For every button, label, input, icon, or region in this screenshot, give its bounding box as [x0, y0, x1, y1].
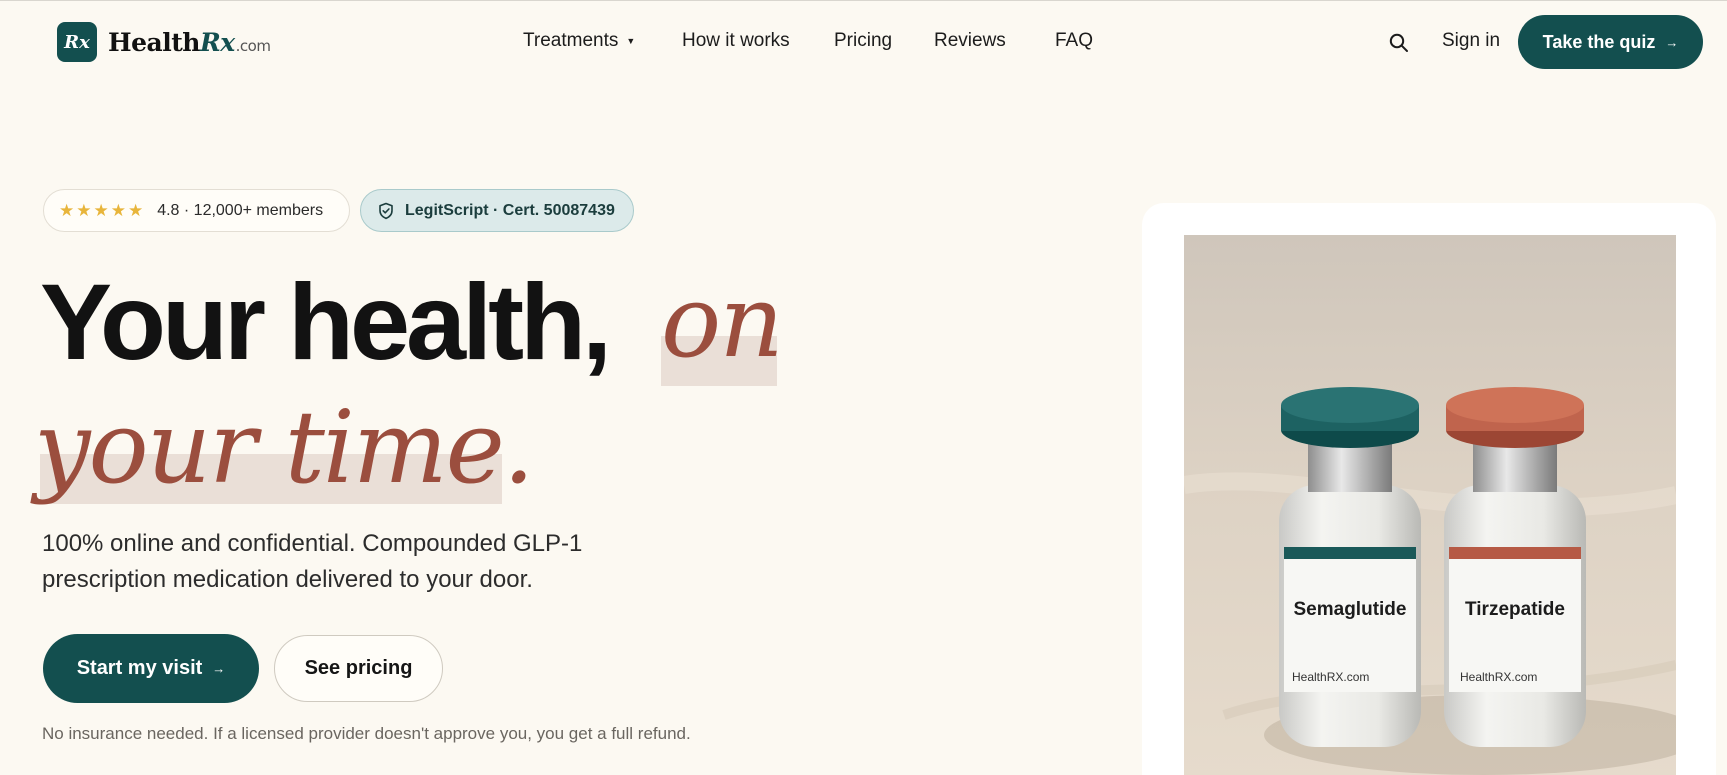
hero-headline: Your health,: [40, 261, 612, 382]
vial-tirzepatide: [1444, 387, 1586, 747]
nav-faq[interactable]: FAQ: [1055, 30, 1093, 52]
take-quiz-button[interactable]: Take the quiz →: [1518, 15, 1703, 69]
take-quiz-label: Take the quiz: [1542, 31, 1656, 52]
legitscript-text: LegitScript · Cert. 50087439: [405, 201, 615, 219]
star-rating-icon: ★★★★★: [59, 200, 146, 220]
sign-in-link[interactable]: Sign in: [1442, 30, 1500, 52]
logo[interactable]: Rx HealthRx.com: [57, 22, 271, 62]
legitscript-badge: LegitScript · Cert. 50087439: [360, 189, 634, 232]
search-icon[interactable]: [1388, 32, 1410, 54]
start-visit-label: Start my visit: [76, 657, 203, 679]
rating-text: 4.8 · 12,000+ members: [157, 201, 324, 219]
hero-subtext: 100% online and confidential. Compounded…: [42, 530, 583, 593]
logo-wordmark: HealthRx.com: [108, 27, 271, 57]
refund-note: No insurance needed. If a licensed provi…: [42, 724, 691, 743]
product-photo: Semaglutide HealthRX.com Tirzepatide Hea…: [1184, 235, 1676, 775]
vial-2-site: HealthRX.com: [1460, 670, 1537, 684]
vial-1-site: HealthRX.com: [1292, 670, 1369, 684]
logo-badge: Rx: [57, 22, 97, 62]
shield-check-icon: [379, 202, 393, 219]
hero-headline-accent-on: on: [661, 263, 784, 380]
vial-2-label: Tirzepatide: [1465, 599, 1565, 620]
start-visit-button[interactable]: Start my visit →: [43, 634, 259, 703]
vial-semaglutide: [1279, 387, 1421, 747]
vial-1-label: Semaglutide: [1294, 599, 1407, 620]
logo-name-health: Health: [108, 27, 200, 57]
nav-pricing[interactable]: Pricing: [834, 30, 892, 52]
nav-reviews[interactable]: Reviews: [934, 30, 1006, 52]
rating-badge: ★★★★★ 4.8 · 12,000+ members: [43, 189, 350, 232]
logo-name-rx: Rx: [199, 27, 235, 57]
caret-down-icon: ▼: [626, 35, 636, 46]
see-pricing-button[interactable]: See pricing: [274, 635, 443, 702]
arrow-right-icon: →: [212, 661, 226, 676]
nav-treatments-label: Treatments: [523, 30, 619, 51]
logo-domain: .com: [235, 36, 271, 55]
hero-headline-accent-time: your time.: [34, 389, 535, 506]
top-nav: Rx HealthRx.com Treatments ▼ How it works…: [0, 0, 1727, 84]
arrow-right-icon: →: [1665, 34, 1679, 50]
nav-treatments[interactable]: Treatments ▼: [523, 30, 635, 52]
nav-how-it-works[interactable]: How it works: [682, 30, 790, 52]
